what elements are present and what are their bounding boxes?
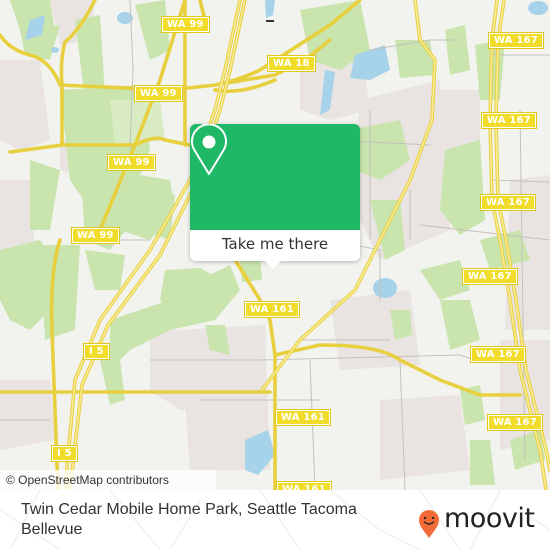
- map-view[interactable]: WA 99 WA 99 WA 99 WA 99 WA 18 WA 167 WA …: [0, 0, 550, 490]
- map-attribution[interactable]: © OpenStreetMap contributors: [0, 470, 216, 490]
- popup-header: [190, 124, 360, 230]
- road-label-wa167: WA 167: [462, 268, 518, 285]
- road-label-wa99: WA 99: [134, 85, 183, 102]
- moovit-wordmark: moovit: [444, 503, 535, 534]
- map-marker-small: [266, 20, 274, 22]
- road-label-wa167: WA 167: [481, 112, 537, 129]
- place-title: Twin Cedar Mobile Home Park, Seattle Tac…: [21, 501, 357, 538]
- road-label-wa99: WA 99: [161, 16, 210, 33]
- take-me-there-button[interactable]: Take me there: [190, 230, 360, 261]
- popup-pointer: [264, 260, 282, 269]
- road-label-wa167: WA 167: [480, 194, 536, 211]
- road-label-wa99: WA 99: [107, 154, 156, 171]
- road-label-wa167: WA 167: [487, 414, 543, 431]
- location-popup: Take me there: [190, 124, 360, 269]
- road-label-wa161: WA 161: [276, 481, 332, 490]
- road-label-i5: I 5: [83, 343, 110, 360]
- road-label-wa161: WA 161: [275, 409, 331, 426]
- road-label-wa99: WA 99: [71, 227, 120, 244]
- location-pin-icon: [191, 124, 227, 175]
- moovit-smiley-pin-icon: [419, 510, 439, 538]
- road-label-wa167: WA 167: [470, 346, 526, 363]
- road-label-wa161: WA 161: [244, 301, 300, 318]
- road-label-wa167: WA 167: [488, 32, 544, 49]
- road-label-i5: I 5: [51, 445, 78, 462]
- footer: Twin Cedar Mobile Home Park, Seattle Tac…: [0, 490, 550, 550]
- road-label-wa18: WA 18: [267, 55, 316, 72]
